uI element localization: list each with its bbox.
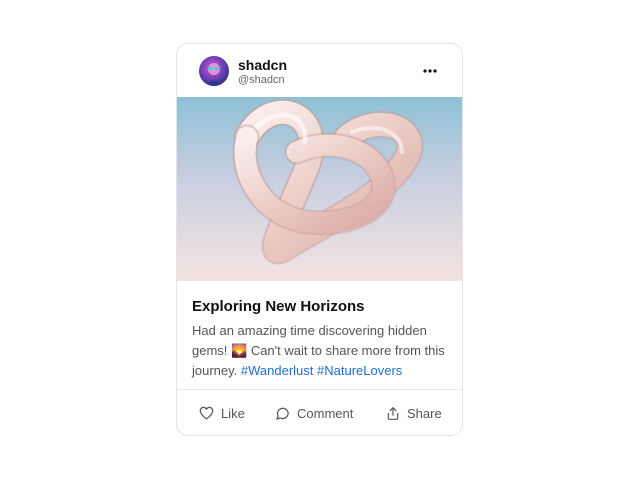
post-header: shadcn @shadcn [177,44,462,97]
post-actions: Like Comment Share [177,390,462,435]
hashtag-link[interactable]: #NatureLovers [317,363,402,378]
post-body: Had an amazing time discovering hidden g… [192,321,454,381]
post-card: shadcn @shadcn Exploring New Horizons Ha… [176,43,463,436]
like-button[interactable]: Like [199,390,245,435]
sunrise-emoji: 🌄 [231,343,248,358]
share-button[interactable]: Share [386,390,442,435]
user-handle: @shadcn [238,74,285,86]
hashtag-link[interactable]: #Wanderlust [241,363,314,378]
message-circle-icon [275,406,290,421]
share-label: Share [407,405,442,421]
username[interactable]: shadcn [238,57,287,73]
avatar[interactable] [199,56,229,86]
heart-icon [199,406,214,420]
post-image [177,97,462,281]
comment-button[interactable]: Comment [275,390,354,435]
more-options-icon[interactable] [420,61,440,81]
comment-label: Comment [297,405,354,421]
share-icon [386,406,400,421]
post-title: Exploring New Horizons [192,298,365,315]
like-label: Like [221,405,245,421]
